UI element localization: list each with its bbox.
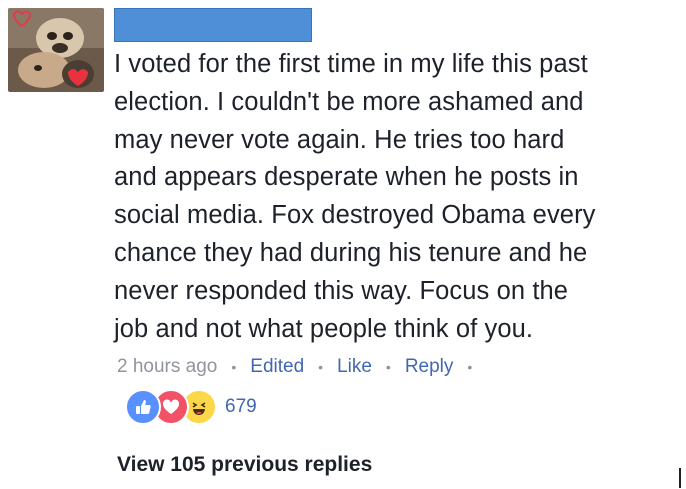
comment-actions: 2 hours ago • Edited • Like • Reply •	[117, 356, 486, 378]
like-icon	[125, 389, 161, 425]
redacted-author-name[interactable]	[114, 8, 312, 42]
comment-line: and appears desperate when he posts in	[114, 163, 579, 192]
comment-line: job and not what people think of you.	[114, 314, 534, 343]
separator-dot: •	[385, 359, 391, 375]
separator-dot: •	[231, 359, 237, 375]
comment-line: may never vote again. He tries too hard	[114, 125, 565, 154]
like-button[interactable]: Like	[337, 356, 372, 378]
separator-dot: •	[318, 359, 324, 375]
reply-button[interactable]: Reply	[405, 356, 454, 378]
comment-line: election. I couldn't be more ashamed and	[114, 87, 584, 116]
timestamp[interactable]: 2 hours ago	[117, 356, 217, 378]
separator-dot: •	[467, 359, 473, 375]
view-previous-replies-link[interactable]: View 105 previous replies	[117, 453, 372, 477]
avatar-photo	[8, 8, 104, 92]
comment-text: I voted for the first time in my life th…	[114, 46, 674, 348]
reactions-summary[interactable]: 679	[125, 389, 257, 425]
comment-line: I voted for the first time in my life th…	[114, 50, 588, 78]
comment-line: never responded this way. Focus on the	[114, 276, 569, 305]
avatar[interactable]	[8, 8, 104, 92]
text-cursor	[679, 468, 681, 488]
comment-line: chance they had during his tenure and he	[114, 238, 588, 267]
comment-line: social media. Fox destroyed Obama every	[114, 201, 596, 230]
edited-link[interactable]: Edited	[250, 356, 304, 378]
reaction-count[interactable]: 679	[225, 396, 257, 418]
